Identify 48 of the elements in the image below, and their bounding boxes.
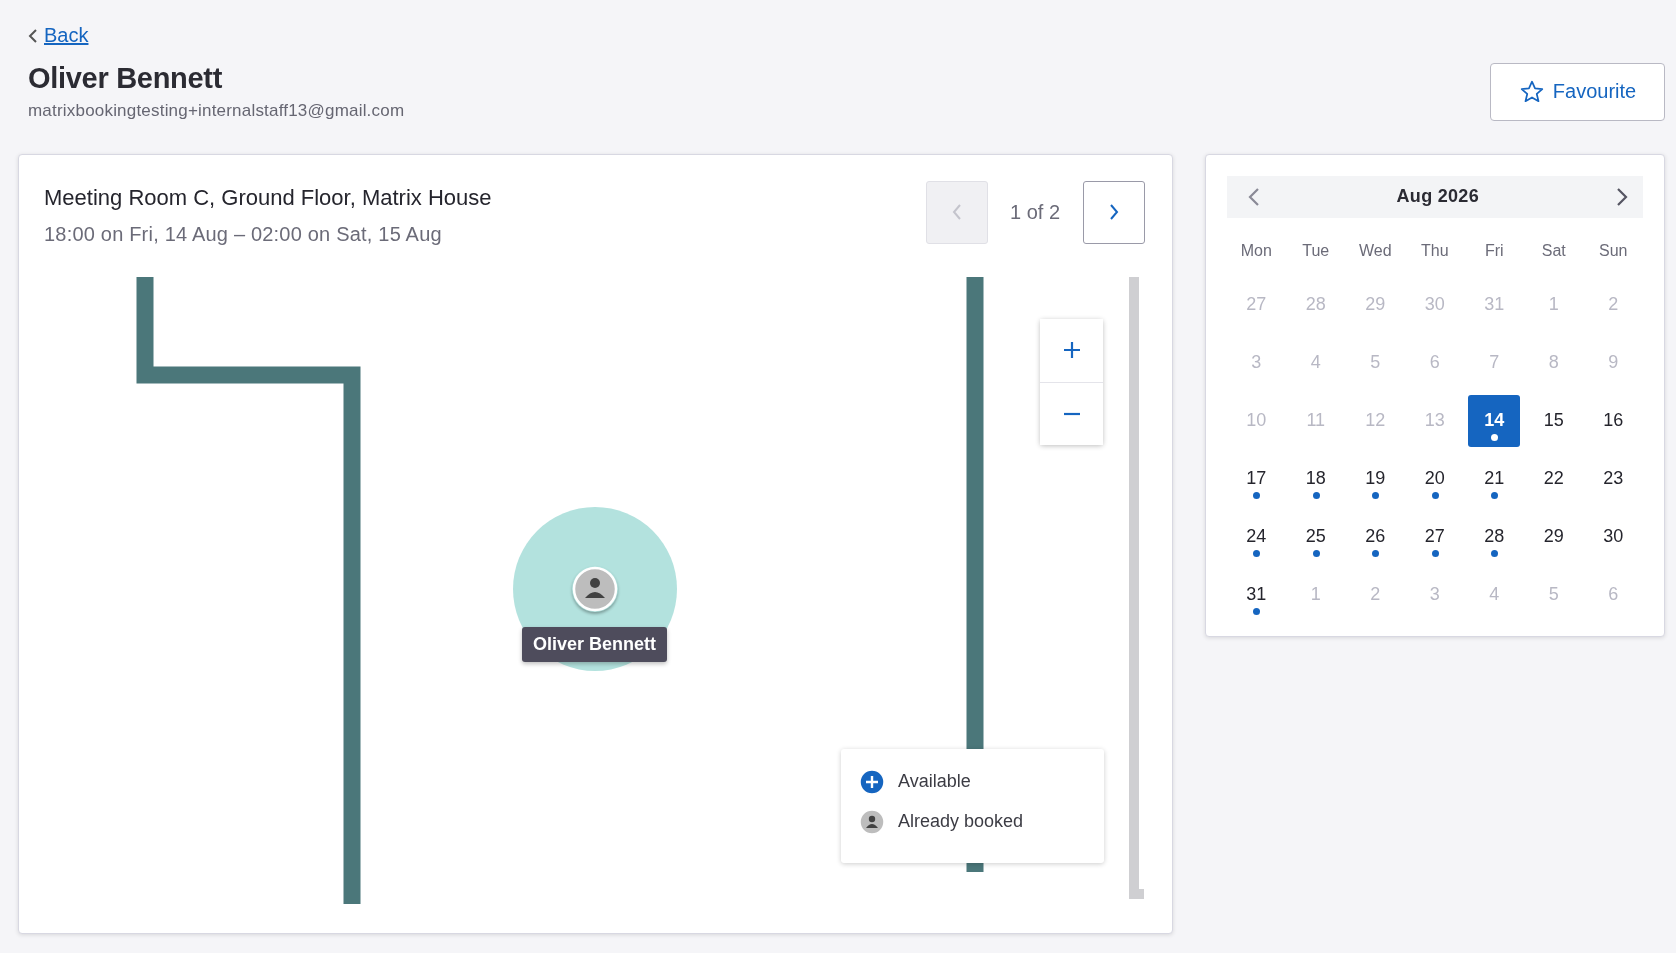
calendar-day[interactable]: 26: [1349, 510, 1402, 563]
next-button[interactable]: [1082, 180, 1145, 244]
chevron-left-icon: [28, 27, 38, 44]
person-icon: [859, 808, 885, 835]
calendar-day[interactable]: 15: [1527, 394, 1580, 447]
calendar-day[interactable]: 18: [1289, 452, 1342, 505]
calendar-day[interactable]: 29: [1527, 510, 1580, 563]
booking-time: 18:00 on Fri, 14 Aug – 02:00 on Sat, 15 Aug: [44, 222, 443, 246]
calendar-day[interactable]: 22: [1527, 452, 1580, 505]
calendar-day[interactable]: 28: [1468, 510, 1521, 563]
calendar-day[interactable]: 24: [1230, 510, 1283, 563]
legend-label: Already booked: [898, 811, 1024, 832]
person-email: matrixbookingtesting+internalstaff13@gmail.com: [28, 100, 405, 121]
calendar-day[interactable]: 20: [1408, 452, 1461, 505]
calendar-day[interactable]: 16: [1587, 394, 1640, 447]
weekday-label: Thu: [1419, 240, 1450, 261]
calendar-day[interactable]: 21: [1468, 452, 1521, 505]
chevron-right-icon: [1107, 203, 1120, 221]
calendar-day[interactable]: 23: [1587, 452, 1640, 505]
plus-circle-icon: [859, 768, 885, 795]
person-name: Oliver Bennett: [28, 61, 223, 95]
plus-icon: [1062, 341, 1081, 359]
weekday-label: Sat: [1540, 240, 1567, 261]
weekday-label: Sun: [1598, 240, 1629, 261]
weekday-label: Tue: [1301, 240, 1331, 261]
calendar-day[interactable]: 17: [1230, 452, 1283, 505]
calendar-day[interactable]: 19: [1349, 452, 1402, 505]
calendar-day[interactable]: 31: [1230, 568, 1283, 621]
page-counter: 1 of 2: [1009, 199, 1062, 225]
weekday-label: Wed: [1357, 240, 1393, 261]
month-title: Aug 2026: [1396, 186, 1479, 207]
weekday-label: Mon: [1239, 240, 1273, 261]
calendar-day[interactable]: 25: [1289, 510, 1342, 563]
weekday-label: Fri: [1483, 240, 1505, 261]
chevron-right-icon: [1616, 186, 1628, 207]
favourite-button[interactable]: Favourite: [1490, 62, 1665, 121]
calendar-day[interactable]: 14: [1468, 394, 1521, 447]
calendar-day[interactable]: 30: [1587, 510, 1640, 563]
legend-label: Available: [898, 771, 971, 792]
chevron-left-icon: [1247, 186, 1260, 207]
room-title: Meeting Room C, Ground Floor, Matrix House: [44, 184, 492, 211]
calendar-day[interactable]: 27: [1408, 510, 1461, 563]
minus-icon: [1062, 411, 1081, 416]
star-icon: [1518, 78, 1545, 105]
person-avatar-icon[interactable]: [572, 565, 618, 612]
person-tooltip: Oliver Bennett: [522, 626, 668, 662]
back-link[interactable]: Back: [28, 24, 89, 47]
chevron-left-icon: [950, 203, 963, 221]
